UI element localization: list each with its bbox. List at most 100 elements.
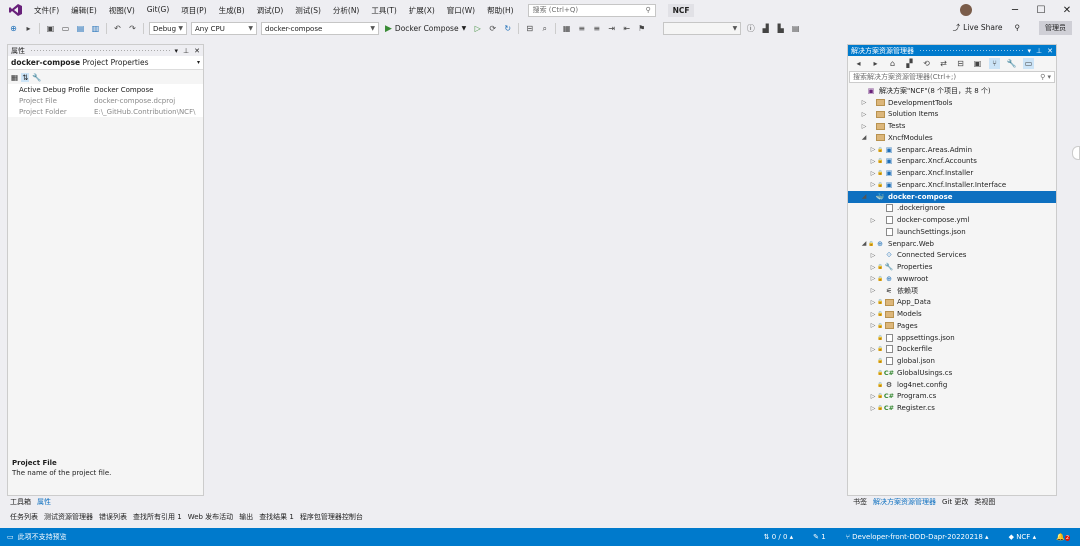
notifications-icon[interactable]: 🔔2 [1056, 533, 1070, 541]
save-icon[interactable]: ▤ [75, 23, 86, 34]
start-without-debugging-icon[interactable]: ▷ [472, 23, 483, 34]
tree-node[interactable]: ▷ 🔒 Models [848, 308, 1056, 320]
expander-icon[interactable]: ▷ [869, 252, 877, 259]
menu-item[interactable]: 编辑(E) [65, 5, 103, 16]
expander-icon[interactable]: ▷ [860, 99, 868, 106]
back-icon[interactable]: ⊕ [8, 23, 19, 34]
find-icon[interactable]: ⌕ [539, 23, 550, 34]
menu-item[interactable]: 窗口(W) [441, 5, 481, 16]
tree-node[interactable]: ▷ 🔒 ⊕ wwwroot [848, 273, 1056, 285]
tree-node[interactable]: ▷ docker-compose.yml [848, 214, 1056, 226]
property-row[interactable]: Project File docker-compose.dcproj [8, 95, 203, 106]
tree-node[interactable]: 🔒 ⚙ log4net.config [848, 379, 1056, 391]
close-icon[interactable]: ✕ [1047, 47, 1053, 55]
alphabetical-icon[interactable]: ⇅ [21, 72, 30, 82]
expander-icon[interactable]: ▷ [869, 181, 877, 188]
configuration-select[interactable]: Debug ▼ [149, 22, 187, 35]
tree-node[interactable]: ▷ 🔒 App_Data [848, 297, 1056, 309]
panel-tab[interactable]: 错误列表 [96, 512, 130, 523]
properties-icon[interactable]: 🔧 [1006, 58, 1017, 69]
panel-tab[interactable]: 解决方案资源管理器 [870, 497, 939, 508]
expander-icon[interactable]: ◢ [860, 240, 868, 247]
tree-node[interactable]: 🔒 appsettings.json [848, 332, 1056, 344]
panel-tab[interactable]: 属性 [34, 497, 54, 508]
panel-tab[interactable]: Git 更改 [939, 497, 971, 508]
tree-node[interactable]: ▷ ⟐ Connected Services [848, 250, 1056, 262]
outdent-icon[interactable]: ⇤ [621, 23, 632, 34]
dropdown-icon[interactable]: ▾ [175, 47, 179, 55]
browser-link-icon[interactable]: ⊟ [524, 23, 535, 34]
tree-node[interactable]: ◢ 🔒 ⊕ Senparc.Web [848, 238, 1056, 250]
indent-icon[interactable]: ⇥ [606, 23, 617, 34]
back-icon[interactable]: ◂ [853, 58, 864, 69]
sync-icon[interactable]: ⇄ [938, 58, 949, 69]
feedback-icon[interactable]: ⚲ [1015, 23, 1021, 32]
search-box[interactable]: 搜索 (Ctrl+Q) ⚲ [527, 3, 656, 17]
object-select[interactable]: docker-compose Project Properties ▾ [8, 56, 203, 70]
tree-node[interactable]: 🔒 C# GlobalUsings.cs [848, 367, 1056, 379]
dropdown-icon[interactable]: ▾ [1028, 47, 1032, 55]
tree-node[interactable]: ▷ 🔒 C# Register.cs [848, 402, 1056, 414]
forward-icon[interactable]: ▸ [870, 58, 881, 69]
tree-node[interactable]: ▷ 🔒 ▣ Senparc.Xncf.Installer.Interface [848, 179, 1056, 191]
expander-icon[interactable]: ◢ [860, 193, 868, 200]
panel-tab[interactable]: 程序包管理器控制台 [297, 512, 366, 523]
expander-icon[interactable]: ▷ [869, 311, 877, 318]
menu-item[interactable]: 分析(N) [327, 5, 365, 16]
expander-icon[interactable]: ▷ [869, 393, 877, 400]
tree-node[interactable]: ▷ Tests [848, 120, 1056, 132]
expander-icon[interactable]: ▷ [869, 299, 877, 306]
layout-icon[interactable]: ▦ [561, 23, 572, 34]
refresh-icon[interactable]: ↻ [502, 23, 513, 34]
property-row[interactable]: Active Debug Profile Docker Compose [8, 84, 203, 95]
minimize-icon[interactable]: ─ [1002, 0, 1028, 20]
panel-tab[interactable]: 任务列表 [7, 512, 41, 523]
wrench-icon[interactable]: 🔧 [32, 73, 41, 82]
tree-node[interactable]: ▷ 🔒 ▣ Senparc.Xncf.Installer [848, 167, 1056, 179]
tree-node[interactable]: ▷ DevelopmentTools [848, 97, 1056, 109]
menu-item[interactable]: 工具(T) [365, 5, 402, 16]
expander-icon[interactable]: ▷ [869, 170, 877, 177]
menu-item[interactable]: 测试(S) [289, 5, 327, 16]
repo-selector[interactable]: ◆ NCF ▴ [1009, 533, 1037, 541]
expander-icon[interactable]: ▷ [869, 158, 877, 165]
pin-icon[interactable]: ⊥ [183, 47, 189, 55]
maximize-icon[interactable]: ☐ [1028, 0, 1054, 20]
open-icon[interactable]: ▭ [60, 23, 71, 34]
expander-icon[interactable]: ▷ [869, 275, 877, 282]
avatar[interactable] [960, 4, 972, 16]
tree-node[interactable]: ◢ XncfModules [848, 132, 1056, 144]
bookmark-icon[interactable]: ⚑ [636, 23, 647, 34]
close-icon[interactable]: ✕ [194, 47, 200, 55]
menu-item[interactable]: 项目(P) [175, 5, 212, 16]
align-icon[interactable]: ≡ [576, 23, 587, 34]
empty-select[interactable]: ▼ [663, 22, 742, 35]
menu-item[interactable]: 扩展(X) [403, 5, 441, 16]
collapse-all-icon[interactable]: ⊟ [955, 58, 966, 69]
tree-node[interactable]: ▷ Solution Items [848, 109, 1056, 121]
menu-item[interactable]: 生成(B) [213, 5, 251, 16]
tree-node[interactable]: ▷ 🔒 ▣ Senparc.Xncf.Accounts [848, 156, 1056, 168]
branch-selector[interactable]: ⑂ Developer-front-DDD-Dapr-20220218 ▴ [846, 533, 989, 541]
panel-grip[interactable] [919, 49, 1023, 52]
platform-select[interactable]: Any CPU ▼ [191, 22, 257, 35]
pin-icon[interactable]: ⊥ [1036, 47, 1042, 55]
menu-item[interactable]: 帮助(H) [481, 5, 520, 16]
panel-tab[interactable]: 工具箱 [7, 497, 34, 508]
chart-icon[interactable]: ▟ [760, 23, 771, 34]
expander-icon[interactable]: ▷ [869, 405, 877, 412]
panel-tab[interactable]: 查找所有引用 1 [130, 512, 185, 523]
preview-icon[interactable]: ▭ [1023, 58, 1034, 69]
tree-node[interactable]: ▷ 🔒 C# Program.cs [848, 391, 1056, 403]
filter-icon[interactable]: ⑂ [989, 58, 1000, 69]
tree-node[interactable]: ▷ 🔒 🔧 Properties [848, 261, 1056, 273]
panel-tab[interactable]: 测试资源管理器 [41, 512, 96, 523]
switch-views-icon[interactable]: ▞ [904, 58, 915, 69]
solution-search-input[interactable]: 搜索解决方案资源管理器(Ctrl+;) ⚲ ▾ [849, 71, 1055, 83]
panel-grip[interactable] [30, 49, 170, 52]
tree-node[interactable]: ▷ ⚟ 依赖项 [848, 285, 1056, 297]
tree-node[interactable]: 🔒 global.json [848, 355, 1056, 367]
menu-item[interactable]: Git(G) [141, 5, 176, 16]
tree-node[interactable]: launchSettings.json [848, 226, 1056, 238]
panel-tab[interactable]: 类视图 [971, 497, 998, 508]
